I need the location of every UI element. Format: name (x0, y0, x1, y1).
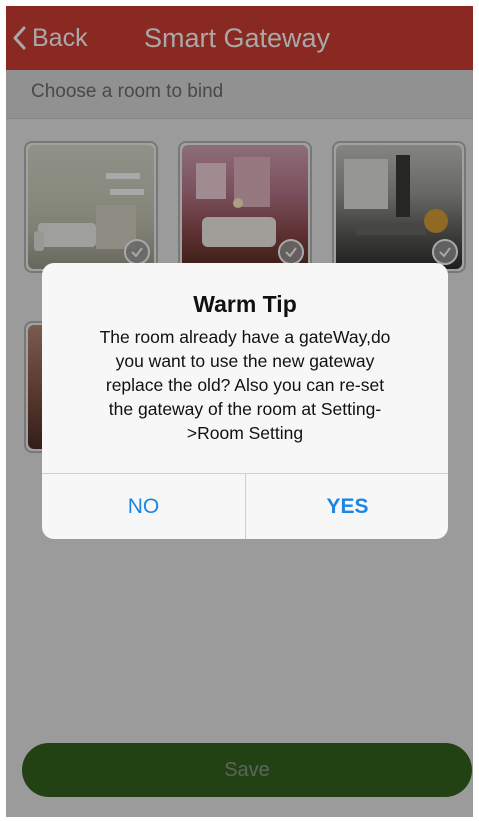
dialog-message: The room already have a gateWay,do you w… (70, 325, 420, 445)
dialog-message-line: you want to use the new gateway (115, 351, 375, 371)
no-button[interactable]: NO (42, 474, 245, 539)
warm-tip-dialog: Warm Tip The room already have a gateWay… (42, 263, 448, 539)
dialog-message-line: the gateway of the room at Setting- (108, 399, 382, 419)
dialog-message-line: replace the old? Also you can re-set (105, 375, 385, 395)
phone-screen: Back Smart Gateway Choose a room to bind (0, 0, 479, 821)
yes-button[interactable]: YES (246, 474, 448, 539)
dialog-message-line: The room already have a gateWay,do (99, 327, 391, 347)
dialog-title: Warm Tip (193, 291, 297, 317)
dialog-message-line: >Room Setting (186, 423, 304, 443)
app-window: Back Smart Gateway Choose a room to bind (6, 6, 473, 817)
